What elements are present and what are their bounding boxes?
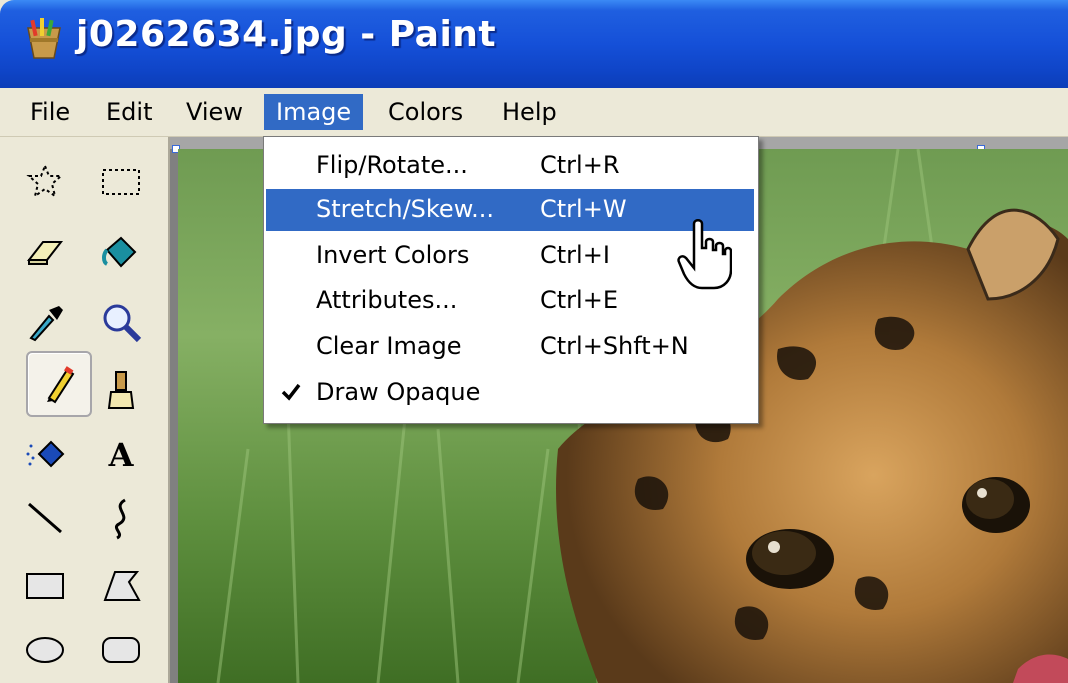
paint-app-icon [27,18,61,59]
menu-item-draw-opaque[interactable]: Draw Opaque [266,372,754,414]
menu-item-shortcut: Ctrl+W [540,195,627,223]
menu-edit[interactable]: Edit [94,94,164,130]
menu-item-shortcut: Ctrl+I [540,241,610,269]
brush-icon[interactable] [90,359,152,421]
airbrush-icon[interactable] [14,423,76,485]
svg-text:A: A [108,436,135,474]
polygon-icon[interactable] [90,555,152,617]
curve-icon[interactable] [90,487,152,549]
menu-item-shortcut: Ctrl+Shft+N [540,332,689,360]
text-icon[interactable]: A [90,423,152,485]
ellipse-icon[interactable] [14,619,76,681]
menu-item-label: Invert Colors [316,241,470,269]
menu-item-label: Stretch/Skew... [316,195,495,223]
menu-image[interactable]: Image [264,94,364,130]
menu-item-shortcut: Ctrl+E [540,286,618,314]
rounded-rect-icon[interactable] [90,619,152,681]
eraser-icon[interactable] [14,221,76,283]
menu-file[interactable]: File [18,94,82,130]
menu-item-label: Draw Opaque [316,378,481,406]
hand-pointer-cursor-icon [677,219,732,290]
menu-item-shortcut: Ctrl+R [540,151,620,179]
menu-item-label: Attributes... [316,286,458,314]
rectangle-icon[interactable] [14,555,76,617]
magnifier-icon[interactable] [90,291,152,353]
pencil-icon[interactable] [26,351,92,417]
fill-bucket-icon[interactable] [90,221,152,283]
menu-item-clear-image[interactable]: Clear Image Ctrl+Shft+N [266,326,754,368]
color-picker-icon[interactable] [14,291,76,353]
menu-colors[interactable]: Colors [376,94,475,130]
line-icon[interactable] [14,487,76,549]
menu-bar: File Edit View Image Colors Help [0,88,1068,137]
menu-item-label: Flip/Rotate... [316,151,468,179]
rect-select-icon[interactable] [90,151,152,213]
toolbox: A [0,137,172,683]
free-form-select-icon[interactable] [14,151,76,213]
window-title: j0262634.jpg - Paint [76,14,497,55]
title-bar[interactable]: j0262634.jpg - Paint [0,0,1068,88]
menu-help[interactable]: Help [490,94,569,130]
menu-view[interactable]: View [174,94,255,130]
menu-item-flip-rotate[interactable]: Flip/Rotate... Ctrl+R [266,145,754,187]
menu-item-label: Clear Image [316,332,462,360]
checkmark-icon [281,383,301,401]
